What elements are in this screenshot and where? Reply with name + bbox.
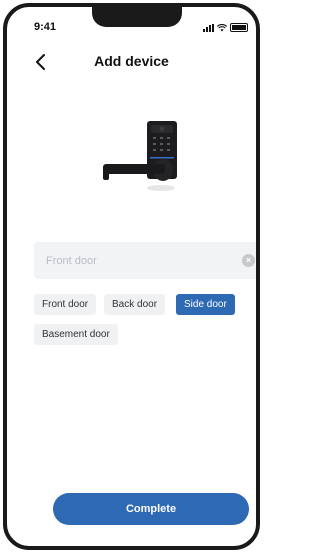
status-icons	[203, 23, 248, 32]
chip-basement-door[interactable]: Basement door	[34, 324, 118, 345]
chip-back-door[interactable]: Back door	[104, 294, 166, 315]
battery-icon	[230, 23, 248, 32]
device-name-input[interactable]	[46, 242, 236, 279]
device-name-field: ×	[34, 242, 256, 279]
signal-icon	[203, 24, 214, 32]
phone-frame: 9:41 Add device Front door × Front door …	[3, 3, 260, 550]
page-title: Add device	[94, 53, 169, 69]
clear-icon[interactable]: ×	[242, 254, 255, 267]
notch	[92, 7, 182, 27]
wifi-icon	[217, 24, 227, 32]
status-time: 9:41	[34, 21, 57, 33]
complete-button[interactable]: Complete	[53, 493, 249, 525]
smart-lock-image	[103, 121, 177, 191]
chip-front-door[interactable]: Front door	[34, 294, 97, 315]
chip-side-door[interactable]: Side door	[176, 294, 235, 315]
